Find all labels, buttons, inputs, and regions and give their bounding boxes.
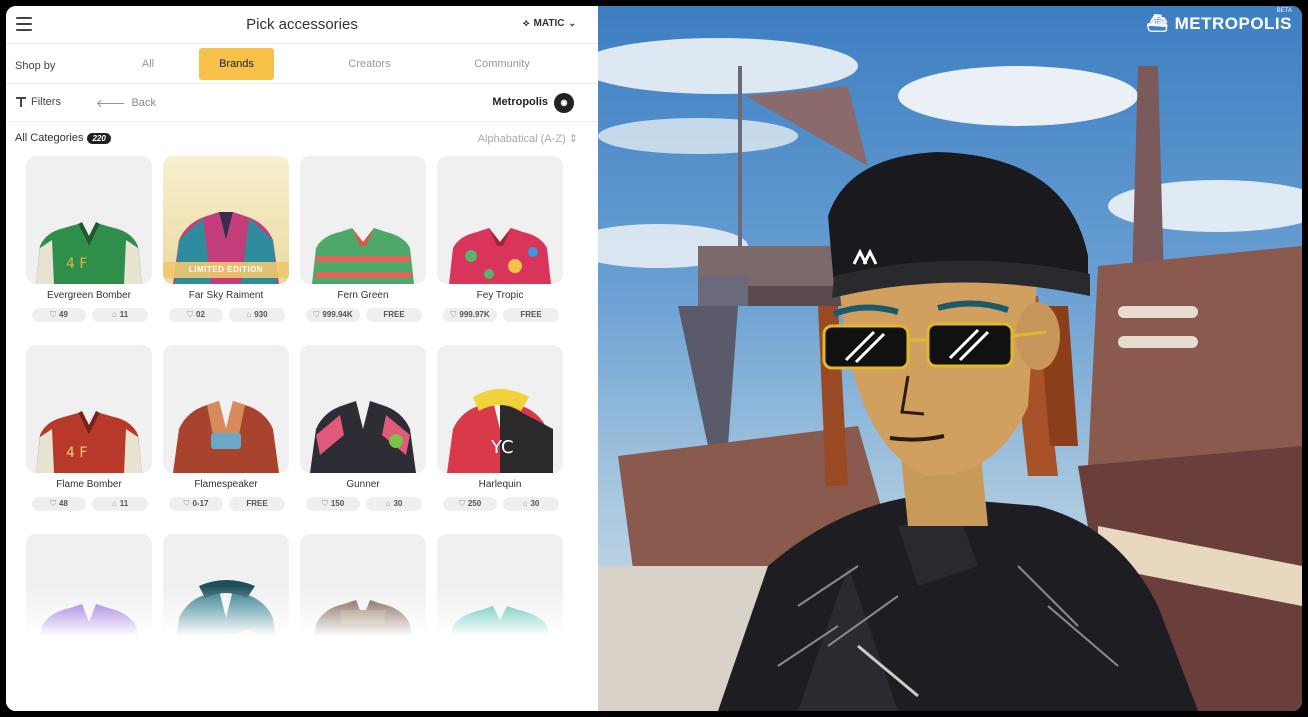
back-button[interactable]: 🡐 Back bbox=[96, 96, 156, 110]
metropolis-logo: ⛴ METROPOLIS bbox=[1147, 14, 1293, 34]
bag-icon: ⛉ bbox=[321, 499, 328, 508]
matic-icon: ⟡ bbox=[522, 18, 530, 29]
filters-label: Filters bbox=[31, 96, 61, 108]
sort-selector[interactable]: Alphabatical (A-Z) ⇕ bbox=[478, 132, 578, 145]
item-thumbnail[interactable] bbox=[300, 345, 426, 473]
jacket-icon bbox=[173, 401, 279, 473]
shirt-icon bbox=[449, 228, 551, 284]
filter-bar: Filters 🡐 Back Metropolis ◉ bbox=[6, 84, 598, 122]
item-stock: ⛉ 49 bbox=[32, 308, 86, 322]
item-stock: ⛉ 02 bbox=[169, 308, 223, 322]
item-price: FREE bbox=[366, 308, 422, 322]
jacket-icon bbox=[310, 401, 416, 473]
item-name: Gunner bbox=[346, 479, 380, 490]
category-count-badge: 220 bbox=[87, 132, 111, 144]
item-stock: ⛉ 250 bbox=[443, 497, 497, 511]
filters-button[interactable]: Filters bbox=[16, 96, 61, 108]
avatar-scene bbox=[598, 38, 1302, 711]
jacket-icon: 4 F bbox=[36, 411, 142, 473]
all-categories[interactable]: All Categories 220 bbox=[15, 132, 111, 144]
limited-edition-badge: LIMITED EDITION bbox=[163, 262, 289, 278]
currency-selector[interactable]: ⟡ MATIC ⌄ bbox=[523, 18, 576, 29]
top-bar: Pick accessories ⟡ MATIC ⌄ bbox=[6, 6, 598, 44]
svg-text:YC: YC bbox=[490, 437, 514, 458]
hoodie-icon: YC bbox=[447, 389, 553, 473]
item-stock: ⛉ 150 bbox=[306, 497, 360, 511]
item-thumbnail[interactable]: YC bbox=[437, 345, 563, 473]
svg-text:4 F: 4 F bbox=[66, 445, 87, 461]
tag-icon: ⌂ bbox=[522, 499, 528, 508]
filter-icon bbox=[16, 97, 26, 107]
bag-icon: ⛉ bbox=[450, 310, 457, 319]
category-label: All Categories bbox=[15, 132, 84, 144]
tab-brands[interactable]: Brands bbox=[199, 48, 274, 80]
item-thumbnail[interactable] bbox=[437, 156, 563, 284]
metropolis-logo-text: METROPOLIS bbox=[1174, 14, 1292, 33]
item-name: Evergreen Bomber bbox=[47, 290, 131, 301]
tab-all[interactable]: All bbox=[118, 48, 178, 80]
item-name: Flamespeaker bbox=[194, 479, 258, 490]
back-label: Back bbox=[131, 97, 156, 109]
item-thumbnail[interactable]: 4 F bbox=[26, 156, 152, 284]
scroll-fade bbox=[6, 586, 598, 711]
sort-arrows-icon: ⇕ bbox=[568, 133, 578, 145]
item-stock: ⛉ 48 bbox=[32, 497, 86, 511]
bag-icon: ⛉ bbox=[50, 499, 57, 508]
airship-icon: ⛴ bbox=[1146, 14, 1169, 33]
item-stock: ⛉ 999.97K bbox=[443, 308, 497, 322]
tag-icon: ⌂ bbox=[385, 499, 391, 508]
item-price: FREE bbox=[229, 497, 285, 511]
bag-icon: ⛉ bbox=[183, 499, 190, 508]
item-name: Harlequin bbox=[478, 479, 522, 490]
shop-by-label: Shop by bbox=[15, 60, 56, 72]
tab-community[interactable]: Community bbox=[456, 48, 548, 80]
item-price: ⌂ 11 bbox=[92, 497, 148, 511]
svg-text:4 F: 4 F bbox=[66, 256, 87, 272]
page-title: Pick accessories bbox=[246, 16, 358, 33]
item-price: ⌂ 30 bbox=[366, 497, 422, 511]
shop-by-bar: Shop by All Brands Creators Community bbox=[6, 44, 598, 84]
item-stock: ⛉ 999.94K bbox=[306, 308, 360, 322]
item-thumbnail[interactable] bbox=[163, 345, 289, 473]
accessories-panel: Pick accessories ⟡ MATIC ⌄ Shop by All B… bbox=[6, 6, 598, 711]
item-name: Flame Bomber bbox=[56, 479, 122, 490]
app-frame: Pick accessories ⟡ MATIC ⌄ Shop by All B… bbox=[6, 6, 1302, 711]
item-price: FREE bbox=[503, 308, 559, 322]
item-name: Fey Tropic bbox=[476, 290, 524, 301]
item-name: Fern Green bbox=[337, 290, 389, 301]
bag-icon: ⛉ bbox=[50, 310, 57, 319]
jacket-icon: 4 F bbox=[36, 222, 142, 284]
item-price: ⌂ 930 bbox=[229, 308, 285, 322]
tag-icon: ⌂ bbox=[111, 310, 117, 319]
bag-icon: ⛉ bbox=[458, 499, 465, 508]
item-grid: 4 F Evergreen Bomber ⛉ 49 ⌂ 11 LIMITED EDI… bbox=[26, 156, 578, 636]
item-stock: ⛉ 0-17 bbox=[169, 497, 223, 511]
bag-icon: ⛉ bbox=[313, 310, 320, 319]
currency-label: MATIC bbox=[533, 18, 565, 29]
item-price: ⌂ 11 bbox=[92, 308, 148, 322]
brand-name: Metropolis bbox=[492, 96, 548, 108]
avatar-preview: BETA ⛴ METROPOLIS bbox=[598, 6, 1302, 711]
tag-icon: ⌂ bbox=[246, 310, 252, 319]
metropolis-brand-icon[interactable]: ◉ bbox=[554, 93, 574, 113]
chevron-down-icon: ⌄ bbox=[568, 18, 576, 28]
bag-icon: ⛉ bbox=[187, 310, 194, 319]
item-thumbnail[interactable]: LIMITED EDITION bbox=[163, 156, 289, 284]
tag-icon: ⌂ bbox=[111, 499, 117, 508]
item-thumbnail[interactable] bbox=[300, 156, 426, 284]
shirt-icon bbox=[312, 228, 414, 284]
tab-creators[interactable]: Creators bbox=[332, 48, 407, 80]
sort-label: Alphabatical (A-Z) bbox=[477, 133, 566, 145]
item-price: ⌂ 30 bbox=[503, 497, 559, 511]
category-bar: All Categories 220 Alphabatical (A-Z) ⇕ bbox=[6, 122, 598, 154]
item-name: Far Sky Raiment bbox=[188, 290, 264, 301]
arrow-left-icon: 🡐 bbox=[96, 98, 126, 110]
item-thumbnail[interactable]: 4 F bbox=[26, 345, 152, 473]
